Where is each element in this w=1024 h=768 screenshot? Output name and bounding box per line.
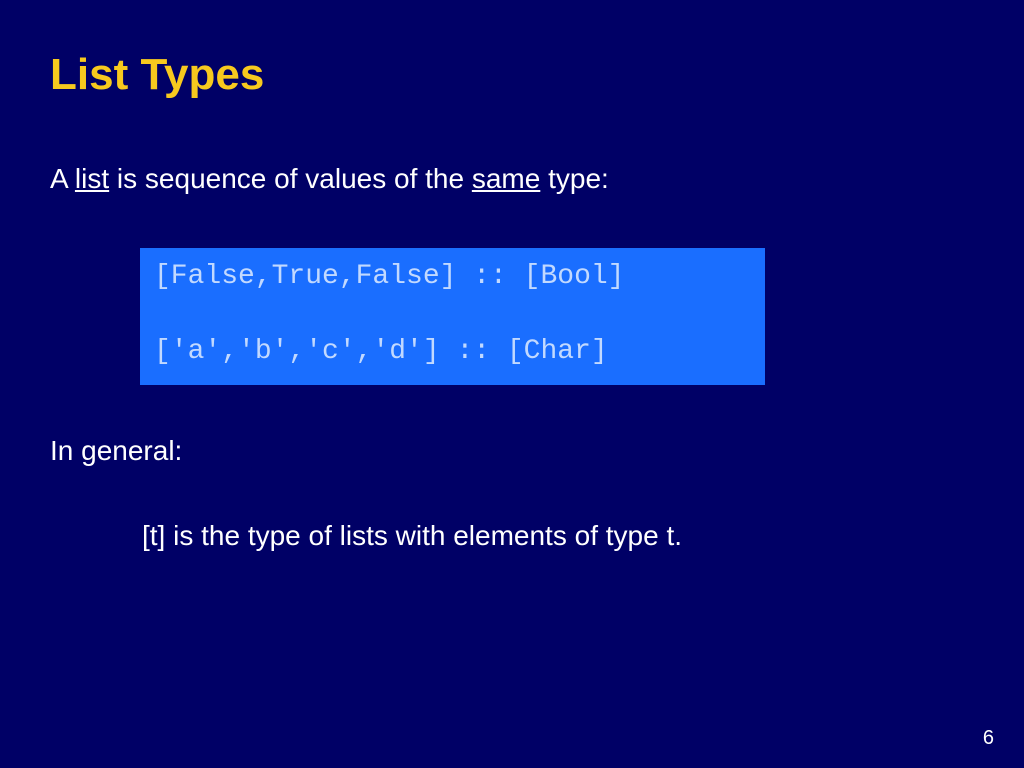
intro-sentence: A list is sequence of values of the same… xyxy=(50,160,974,198)
code-line-2: ['a','b','c','d'] :: [Char] xyxy=(154,336,608,367)
code-block: [False,True,False] :: [Bool] ['a','b','c… xyxy=(140,248,765,385)
slide-title: List Types xyxy=(50,50,974,100)
slide: List Types A list is sequence of values … xyxy=(0,0,1024,768)
page-number: 6 xyxy=(983,727,994,750)
intro-mid: is sequence of values of the xyxy=(109,163,472,194)
code-line-1: [False,True,False] :: [Bool] xyxy=(154,261,624,292)
intro-suffix: type: xyxy=(540,163,608,194)
intro-underline-same: same xyxy=(472,163,540,194)
intro-prefix: A xyxy=(50,163,75,194)
in-general-label: In general: xyxy=(50,435,974,467)
intro-underline-list: list xyxy=(75,163,109,194)
conclusion: [t] is the type of lists with elements o… xyxy=(142,517,974,555)
